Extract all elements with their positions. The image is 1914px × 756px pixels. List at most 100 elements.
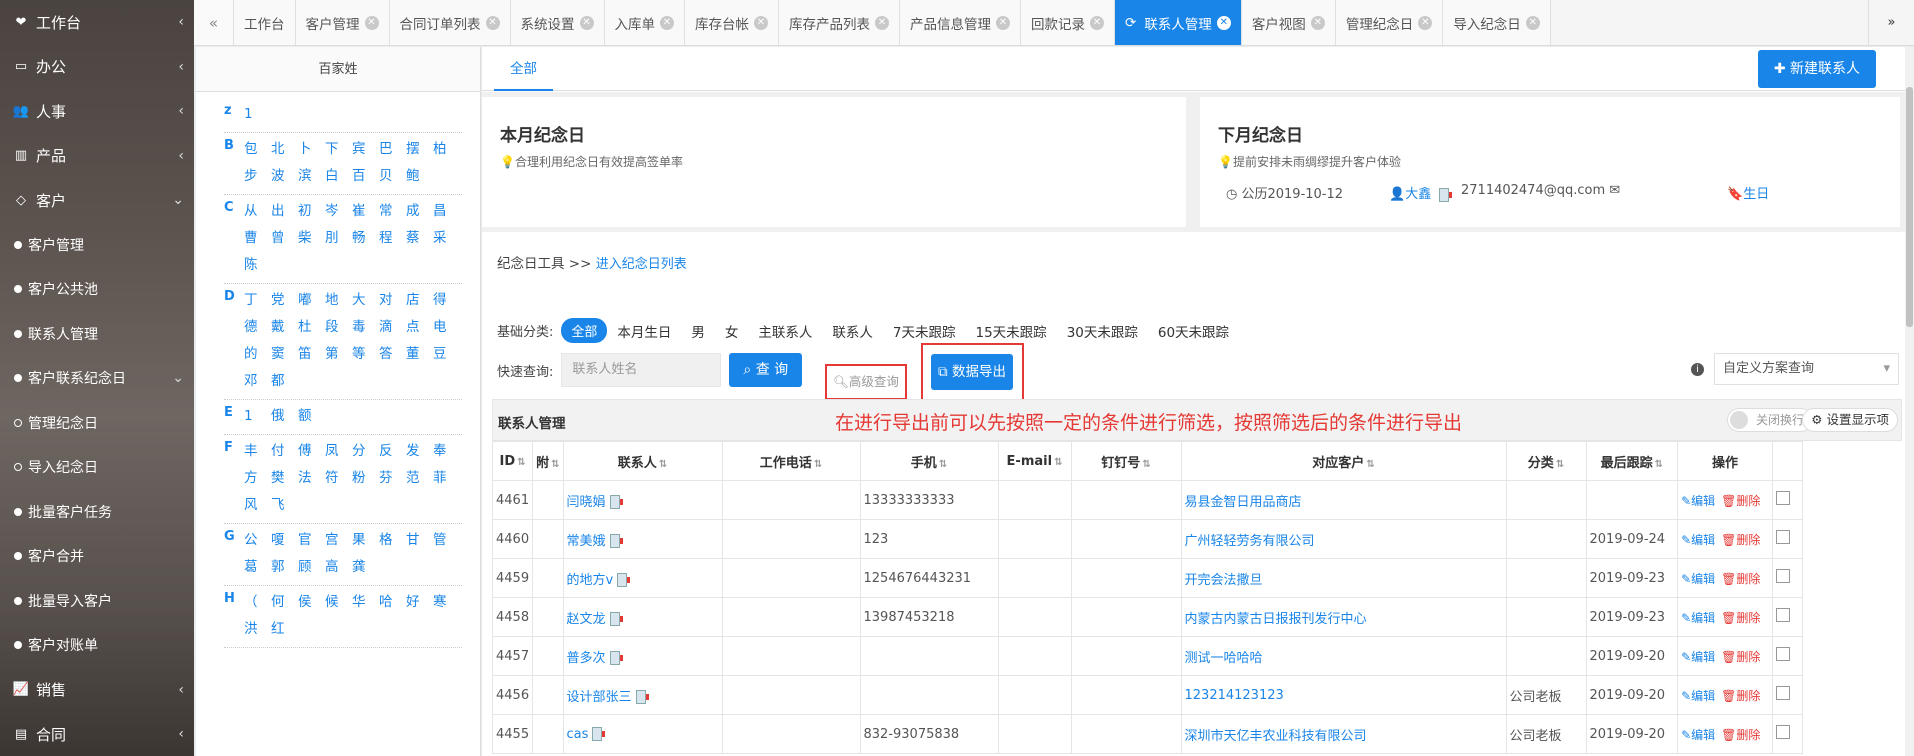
table-cell[interactable]: 内蒙古内蒙古日报报刊发行中心: [1180, 597, 1507, 637]
surname-link[interactable]: 陈: [244, 252, 271, 279]
filter-option[interactable]: 全部: [561, 318, 608, 343]
sort-icon[interactable]: ⇅: [1142, 459, 1150, 470]
filter-option[interactable]: 女: [725, 321, 739, 341]
sort-icon[interactable]: ⇅: [1556, 459, 1564, 470]
surname-link[interactable]: 菲: [433, 465, 460, 492]
sidebar-item-2[interactable]: 👥 人事 ‹: [0, 89, 194, 134]
filter-option[interactable]: 本月生日: [617, 321, 671, 341]
sidebar-item-1[interactable]: ▭ 办公 ‹: [0, 45, 194, 90]
surname-link[interactable]: 常: [379, 198, 406, 225]
surname-link[interactable]: 甘: [406, 527, 433, 554]
surname-link[interactable]: 果: [352, 527, 379, 554]
surname-link[interactable]: 公: [244, 527, 271, 554]
row-checkbox[interactable]: [1776, 725, 1791, 739]
surname-link[interactable]: 刖: [325, 225, 352, 252]
surname-link[interactable]: （: [244, 589, 271, 616]
query-button[interactable]: ⌕ 查 询: [729, 353, 803, 387]
table-cell[interactable]: cas: [562, 714, 723, 754]
close-icon[interactable]: ✕: [485, 15, 500, 30]
surname-link[interactable]: 店: [406, 287, 433, 314]
surname-link[interactable]: 反: [379, 438, 406, 465]
filter-option[interactable]: 7天未跟踪: [893, 321, 956, 341]
sort-icon[interactable]: ⇅: [517, 457, 525, 468]
tab-11[interactable]: 管理纪念日 ✕: [1335, 0, 1444, 45]
filter-option[interactable]: 15天未跟踪: [976, 321, 1047, 341]
surname-link[interactable]: 华: [352, 589, 379, 616]
sort-icon[interactable]: ⇅: [939, 459, 947, 470]
sidebar-item-5[interactable]: 客户管理: [0, 223, 194, 268]
surname-link[interactable]: 北: [271, 136, 298, 163]
surname-link[interactable]: 都: [271, 368, 298, 395]
delete-button[interactable]: 🗑删除: [1721, 650, 1760, 664]
surname-link[interactable]: 电: [433, 314, 460, 341]
table-row[interactable]: 4457 普多次 测试一哈哈哈 2019-09-20 ✎编辑 🗑删除: [491, 636, 1804, 676]
row-checkbox[interactable]: [1776, 647, 1791, 661]
surname-link[interactable]: 贝: [379, 163, 406, 190]
sidebar-item-10[interactable]: 导入纪念日: [0, 445, 194, 490]
row-checkbox[interactable]: [1776, 608, 1791, 622]
wrap-toggle[interactable]: 关闭换行: [1726, 408, 1813, 432]
tab-10[interactable]: 客户视图 ✕: [1241, 0, 1336, 45]
table-cell[interactable]: 闫晓娟: [562, 480, 723, 520]
close-icon[interactable]: ✕: [875, 15, 889, 30]
delete-button[interactable]: 🗑删除: [1721, 689, 1760, 703]
phone-icon[interactable]: [609, 651, 623, 665]
edit-button[interactable]: ✎编辑: [1681, 728, 1715, 742]
close-icon[interactable]: ✕: [660, 15, 674, 30]
surname-link[interactable]: 的: [244, 341, 271, 368]
sort-icon[interactable]: ⇅: [551, 459, 559, 470]
surname-link[interactable]: 毒: [352, 314, 379, 341]
surname-link[interactable]: 波: [271, 163, 298, 190]
surname-link[interactable]: 飞: [271, 492, 298, 519]
new-contact-button[interactable]: ✚ 新建联系人: [1757, 50, 1876, 88]
surname-link[interactable]: 寒: [433, 589, 460, 616]
sidebar-item-8[interactable]: 客户联系纪念日 ⌄: [0, 356, 194, 401]
surname-link[interactable]: 鲍: [406, 163, 433, 190]
row-checkbox[interactable]: [1776, 569, 1791, 583]
surname-link[interactable]: 曹: [244, 225, 271, 252]
surname-link[interactable]: 大: [352, 287, 379, 314]
edit-button[interactable]: ✎编辑: [1681, 611, 1715, 625]
phone-icon[interactable]: [609, 534, 623, 548]
table-cell[interactable]: 赵文龙: [562, 597, 723, 637]
surname-link[interactable]: 法: [298, 465, 325, 492]
surname-link[interactable]: 候: [325, 589, 352, 616]
sidebar-item-11[interactable]: 批量客户任务: [0, 490, 194, 535]
surname-link[interactable]: 额: [298, 403, 325, 430]
tab-scroll-right-button[interactable]: »: [1868, 0, 1914, 45]
surname-link[interactable]: 点: [406, 314, 433, 341]
surname-link[interactable]: 奉: [433, 438, 460, 465]
contact-name-input[interactable]: 联系人姓名: [561, 353, 722, 387]
surname-link[interactable]: 方: [244, 465, 271, 492]
surname-link[interactable]: 柴: [298, 225, 325, 252]
column-header[interactable]: 工作电话 ⇅: [721, 441, 861, 481]
surname-link[interactable]: 蔡: [406, 225, 433, 252]
subtab-all[interactable]: 全部: [494, 47, 553, 91]
sidebar-item-0[interactable]: ❤ 工作台 ‹: [0, 0, 194, 45]
tab-scroll-left-button[interactable]: «: [194, 0, 234, 45]
surname-link[interactable]: 等: [352, 341, 379, 368]
surname-link[interactable]: 曾: [271, 225, 298, 252]
close-icon[interactable]: ✕: [996, 15, 1010, 30]
edit-button[interactable]: ✎编辑: [1681, 689, 1715, 703]
edit-button[interactable]: ✎编辑: [1681, 494, 1715, 508]
close-icon[interactable]: ✕: [1216, 15, 1231, 30]
surname-link[interactable]: 党: [271, 287, 298, 314]
surname-link[interactable]: 得: [433, 287, 460, 314]
table-row[interactable]: 4455 cas 832-93075838 深圳市天亿丰农业科技有限公司 公司老板 201…: [491, 714, 1804, 754]
table-cell[interactable]: 广州轻轻劳务有限公司: [1180, 519, 1507, 559]
surname-link[interactable]: 邓: [244, 368, 271, 395]
surname-link[interactable]: 岑: [325, 198, 352, 225]
surname-link[interactable]: 凤: [325, 438, 352, 465]
surname-link[interactable]: 格: [379, 527, 406, 554]
sidebar-item-6[interactable]: 客户公共池: [0, 267, 194, 312]
export-data-button[interactable]: ⧉ 数据导出: [931, 354, 1013, 390]
surname-link[interactable]: 1: [244, 101, 271, 128]
tab-12[interactable]: 导入纪念日 ✕: [1443, 0, 1551, 45]
sidebar-item-7[interactable]: 联系人管理: [0, 312, 194, 357]
column-header[interactable]: 手机 ⇅: [859, 441, 999, 481]
surname-link[interactable]: 下: [325, 136, 352, 163]
surname-link[interactable]: 笛: [298, 341, 325, 368]
sidebar-item-13[interactable]: 批量导入客户: [0, 579, 194, 624]
tab-7[interactable]: 产品信息管理 ✕: [900, 0, 1021, 45]
